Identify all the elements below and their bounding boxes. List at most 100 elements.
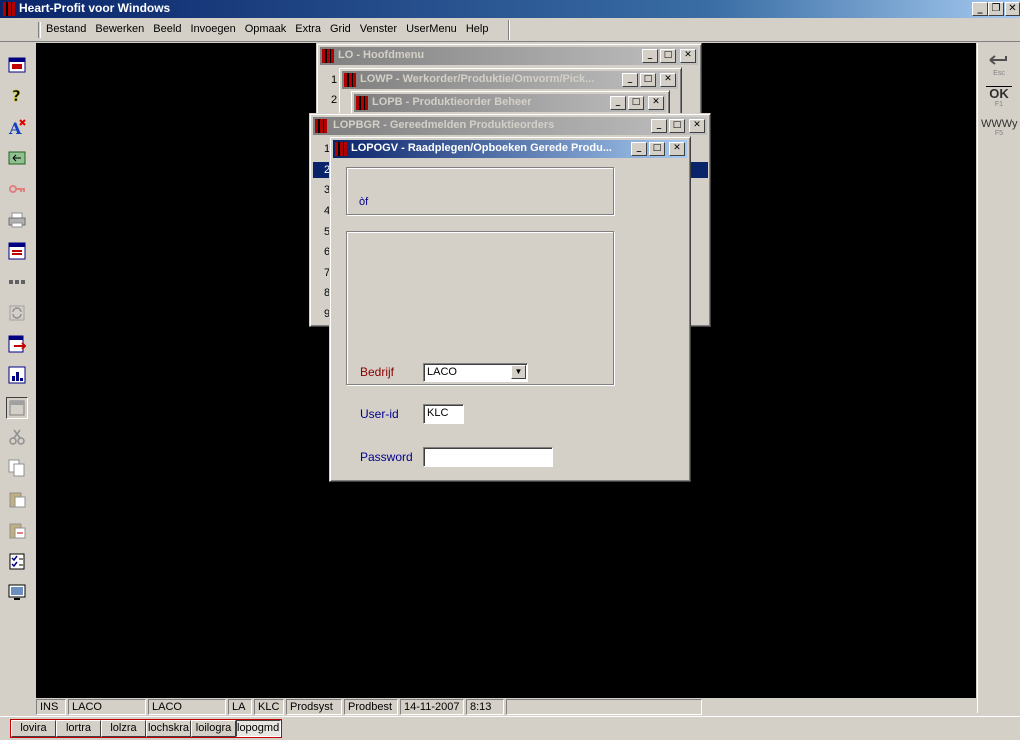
ok-button[interactable]: OK F1 xyxy=(986,86,1012,112)
window-lowp-titlebar[interactable]: LOWP - Werkorder/Produktie/Omvorm/Pick..… xyxy=(342,71,678,89)
minimize-icon[interactable]: _ xyxy=(651,119,667,133)
status-company: LACO xyxy=(68,699,146,715)
export-icon[interactable] xyxy=(8,335,26,353)
www-label: WWWy xyxy=(981,118,1018,130)
company-label: Bedrijf xyxy=(360,365,395,379)
row-number[interactable]: 1 xyxy=(331,74,337,86)
task-lovira[interactable]: lovira xyxy=(11,720,56,737)
paste-special-icon[interactable] xyxy=(8,521,26,539)
window-lopb-title: LOPB - Produktieorder Beheer xyxy=(372,96,532,108)
status-message xyxy=(506,699,702,715)
dots-icon[interactable] xyxy=(8,273,26,291)
task-lochskra[interactable]: lochskra xyxy=(146,720,191,737)
window-lopb-titlebar[interactable]: LOPB - Produktieorder Beheer _ □ ✕ xyxy=(354,94,666,112)
cut-icon[interactable] xyxy=(8,428,26,446)
task-loilogra[interactable]: loilogra xyxy=(191,720,236,737)
esc-button[interactable]: Esc xyxy=(986,53,1012,79)
status-user: KLC xyxy=(254,699,284,715)
form-icon[interactable] xyxy=(8,242,26,260)
app-logo-icon xyxy=(3,2,15,16)
menubar-separator xyxy=(508,20,510,40)
paste-icon[interactable] xyxy=(8,490,26,508)
window-lopbgr-titlebar[interactable]: LOPBGR - Gereedmelden Produktieorders _ … xyxy=(313,117,707,135)
task-lolzra[interactable]: lolzra xyxy=(101,720,146,737)
close-icon[interactable]: ✕ xyxy=(689,119,705,133)
ok-key: F1 xyxy=(994,101,1004,108)
window-lopogv-titlebar[interactable]: LOPOGV - Raadplegen/Opboeken Gerede Prod… xyxy=(333,140,687,158)
password-field[interactable] xyxy=(423,447,553,467)
company-groupbox: Bedrijf LACO ▼ xyxy=(346,231,614,385)
status-date: 14-11-2007 xyxy=(400,699,464,715)
status-time: 8:13 xyxy=(466,699,504,715)
panel-icon[interactable] xyxy=(6,397,28,419)
menu-usermenu[interactable]: UserMenu xyxy=(406,23,457,35)
window-lowp-title: LOWP - Werkorder/Produktie/Omvorm/Pick..… xyxy=(360,73,595,85)
help-icon[interactable]: ? xyxy=(8,86,26,104)
restore-button[interactable]: ❐ xyxy=(988,2,1004,16)
close-icon[interactable]: ✕ xyxy=(648,96,664,110)
left-toolbar: ? A xyxy=(0,43,36,713)
window-icon[interactable] xyxy=(8,56,26,74)
window-lopogv[interactable]: LOPOGV - Raadplegen/Opboeken Gerede Prod… xyxy=(329,136,691,482)
sync-icon[interactable] xyxy=(8,304,26,322)
status-mode: INS xyxy=(36,699,66,715)
minimize-icon[interactable]: _ xyxy=(642,49,658,63)
menu-venster[interactable]: Venster xyxy=(360,23,397,35)
menu-grid[interactable]: Grid xyxy=(330,23,351,35)
menu-bestand[interactable]: Bestand xyxy=(46,23,86,35)
minimize-icon[interactable]: _ xyxy=(610,96,626,110)
window-logo-icon xyxy=(315,119,327,133)
maximize-icon[interactable]: □ xyxy=(628,96,644,110)
copy-icon[interactable] xyxy=(8,459,26,477)
www-button[interactable]: WWWy F5 xyxy=(981,118,1018,144)
window-logo-icon xyxy=(344,73,356,87)
maximize-icon[interactable]: □ xyxy=(669,119,685,133)
menu-bewerken[interactable]: Bewerken xyxy=(95,23,144,35)
window-hoofdmenu-titlebar[interactable]: LO - Hoofdmenu _ □ ✕ xyxy=(320,47,698,65)
menu-beeld[interactable]: Beeld xyxy=(153,23,181,35)
svg-text:A: A xyxy=(8,119,22,136)
window-lopogv-title: LOPOGV - Raadplegen/Opboeken Gerede Prod… xyxy=(351,142,612,154)
minimize-icon[interactable]: _ xyxy=(631,142,647,156)
menu-extra[interactable]: Extra xyxy=(295,23,321,35)
status-company-2: LACO xyxy=(148,699,226,715)
maximize-icon[interactable]: □ xyxy=(649,142,665,156)
esc-label: Esc xyxy=(993,70,1005,77)
monitor-icon[interactable] xyxy=(8,583,26,601)
status-system: Prodsyst xyxy=(286,699,342,715)
chevron-down-icon[interactable]: ▼ xyxy=(511,365,526,379)
row-number[interactable]: 2 xyxy=(331,94,337,106)
close-icon[interactable]: ✕ xyxy=(680,49,696,63)
task-lortra[interactable]: lortra xyxy=(56,720,101,737)
app-titlebar[interactable]: Heart-Profit voor Windows _ ❐ ✕ xyxy=(0,0,1020,18)
ok-label: OK xyxy=(986,86,1012,101)
close-icon[interactable]: ✕ xyxy=(660,73,676,87)
www-key: F5 xyxy=(994,130,1004,137)
password-label: Password xyxy=(360,450,413,464)
menu-opmaak[interactable]: Opmaak xyxy=(245,23,287,35)
header-groupbox: òf xyxy=(346,167,614,215)
company-select[interactable]: LACO ▼ xyxy=(423,363,528,382)
font-icon[interactable]: A xyxy=(8,118,26,136)
window-logo-icon xyxy=(335,142,347,156)
menubar-grip[interactable] xyxy=(38,22,41,38)
checklist-icon[interactable] xyxy=(8,552,26,570)
close-icon[interactable]: ✕ xyxy=(669,142,685,156)
key-icon[interactable] xyxy=(8,180,26,198)
minimize-icon[interactable]: _ xyxy=(622,73,638,87)
menu-invoegen[interactable]: Invoegen xyxy=(190,23,235,35)
maximize-icon[interactable]: □ xyxy=(660,49,676,63)
print-icon[interactable] xyxy=(8,211,26,229)
userid-field[interactable]: KLC xyxy=(423,404,464,424)
svg-text:?: ? xyxy=(12,87,21,104)
userid-label: User-id xyxy=(360,407,399,421)
close-button[interactable]: ✕ xyxy=(1005,2,1020,16)
menubar: Bestand Bewerken Beeld Invoegen Opmaak E… xyxy=(0,18,1020,42)
minimize-button[interactable]: _ xyxy=(972,2,988,16)
chart-icon[interactable] xyxy=(8,366,26,384)
window-lopbgr-title: LOPBGR - Gereedmelden Produktieorders xyxy=(333,119,555,131)
menu-help[interactable]: Help xyxy=(466,23,489,35)
task-lopogmdl[interactable]: lopogmdl xyxy=(236,720,281,737)
maximize-icon[interactable]: □ xyxy=(640,73,656,87)
refresh-icon[interactable] xyxy=(8,149,26,167)
